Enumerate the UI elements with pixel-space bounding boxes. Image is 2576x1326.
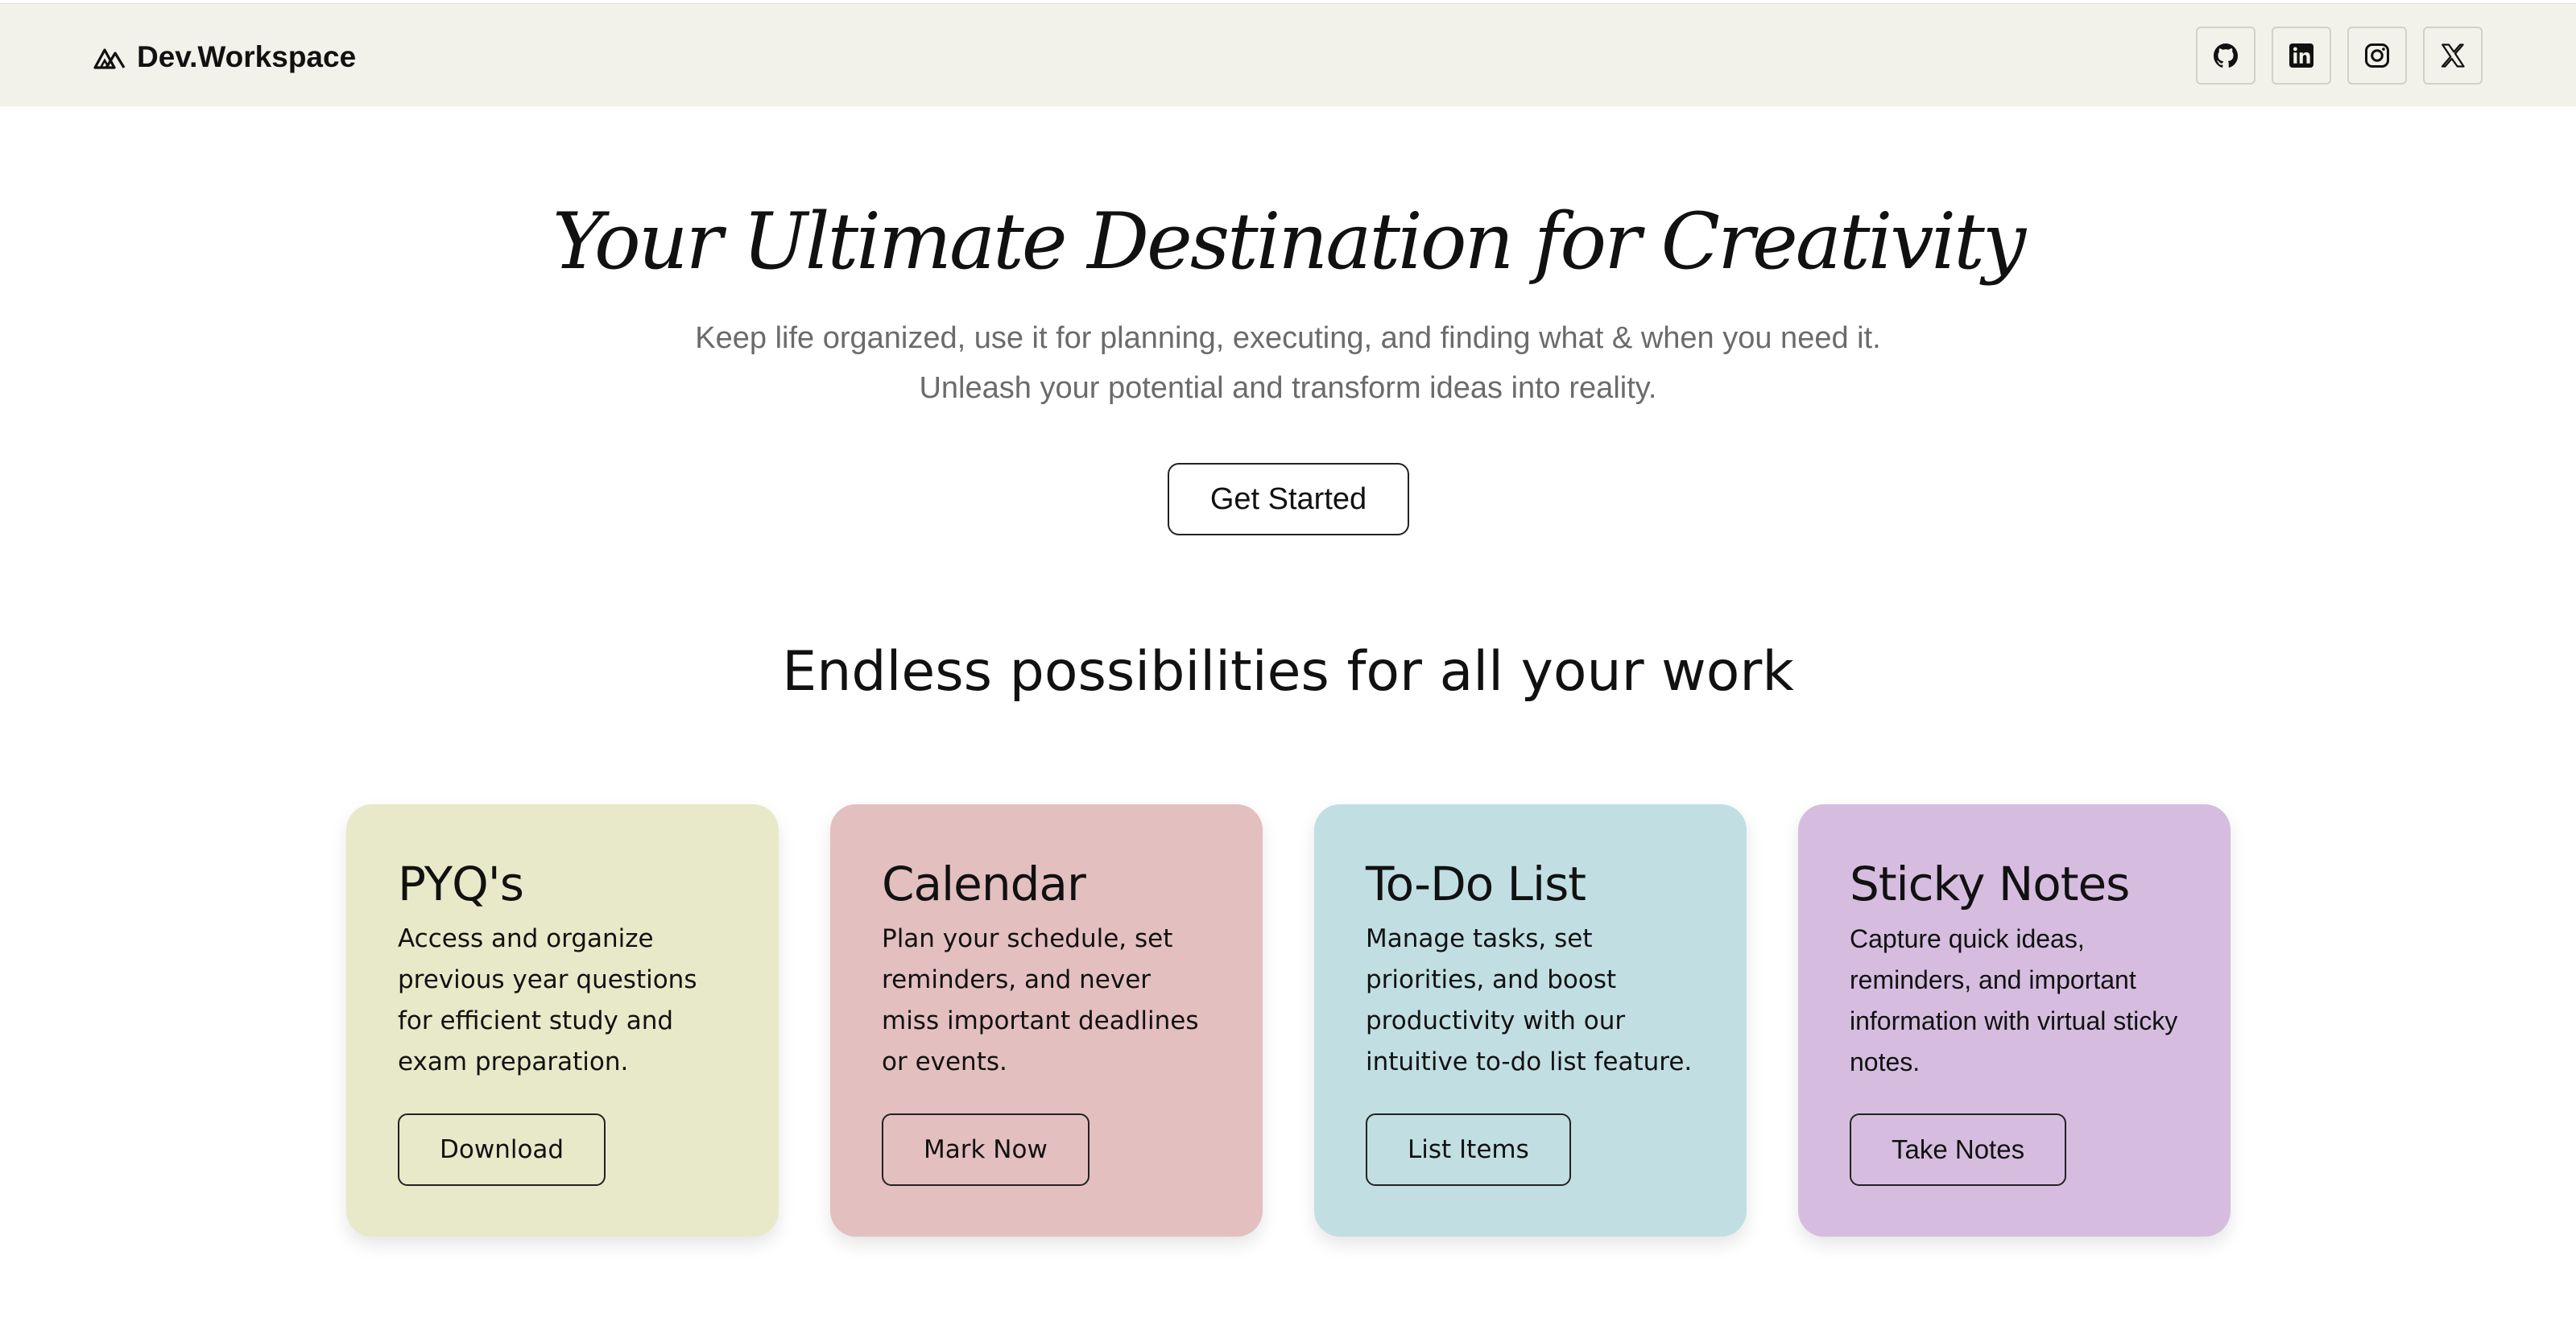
hero-subtitle-line1: Keep life organized, use it for planning… (695, 321, 1881, 355)
mountain-logo-icon (93, 48, 126, 69)
card-title: PYQ's (398, 857, 524, 911)
instagram-icon (2365, 43, 2389, 68)
download-button[interactable]: Download (398, 1113, 606, 1186)
github-button[interactable] (2196, 27, 2256, 85)
card-description: Manage tasks, set priorities, and boost … (1366, 924, 1693, 1076)
linkedin-icon (2289, 43, 2313, 68)
card-title: Sticky Notes (1850, 857, 2130, 911)
card-pyqs: PYQ's Access and organize previous year … (346, 804, 779, 1237)
card-title: To-Do List (1366, 857, 1586, 911)
card-description: Plan your schedule, set reminders, and n… (882, 924, 1199, 1076)
get-started-button[interactable]: Get Started (1168, 463, 1409, 535)
navbar: Dev.Workspace (0, 3, 2576, 106)
brand-name: Dev.Workspace (137, 40, 357, 73)
card-description: Capture quick ideas, reminders, and impo… (1850, 924, 2178, 1076)
card-description: Access and organize previous year questi… (398, 924, 697, 1076)
github-icon (2214, 43, 2239, 68)
mark-now-button[interactable]: Mark Now (882, 1113, 1090, 1186)
hero-title: Your Ultimate Destination for Creativity (552, 196, 2026, 287)
features-heading: Endless possibilities for all your work (782, 640, 1794, 704)
card-title: Calendar (882, 857, 1086, 911)
card-sticky-notes: Sticky Notes Capture quick ideas, remind… (1798, 804, 2231, 1237)
social-links (2196, 27, 2483, 85)
instagram-button[interactable] (2347, 27, 2407, 85)
card-calendar: Calendar Plan your schedule, set reminde… (830, 804, 1263, 1237)
x-twitter-icon (2441, 43, 2465, 68)
linkedin-button[interactable] (2272, 27, 2331, 85)
card-todo-list: To-Do List Manage tasks, set priorities,… (1314, 804, 1747, 1237)
list-items-button[interactable]: List Items (1366, 1113, 1571, 1186)
hero-subtitle-line2: Unleash your potential and transform ide… (919, 371, 1657, 405)
take-notes-button[interactable]: Take Notes (1850, 1113, 2067, 1186)
brand[interactable]: Dev.Workspace (93, 40, 357, 73)
x-twitter-button[interactable] (2423, 27, 2483, 85)
